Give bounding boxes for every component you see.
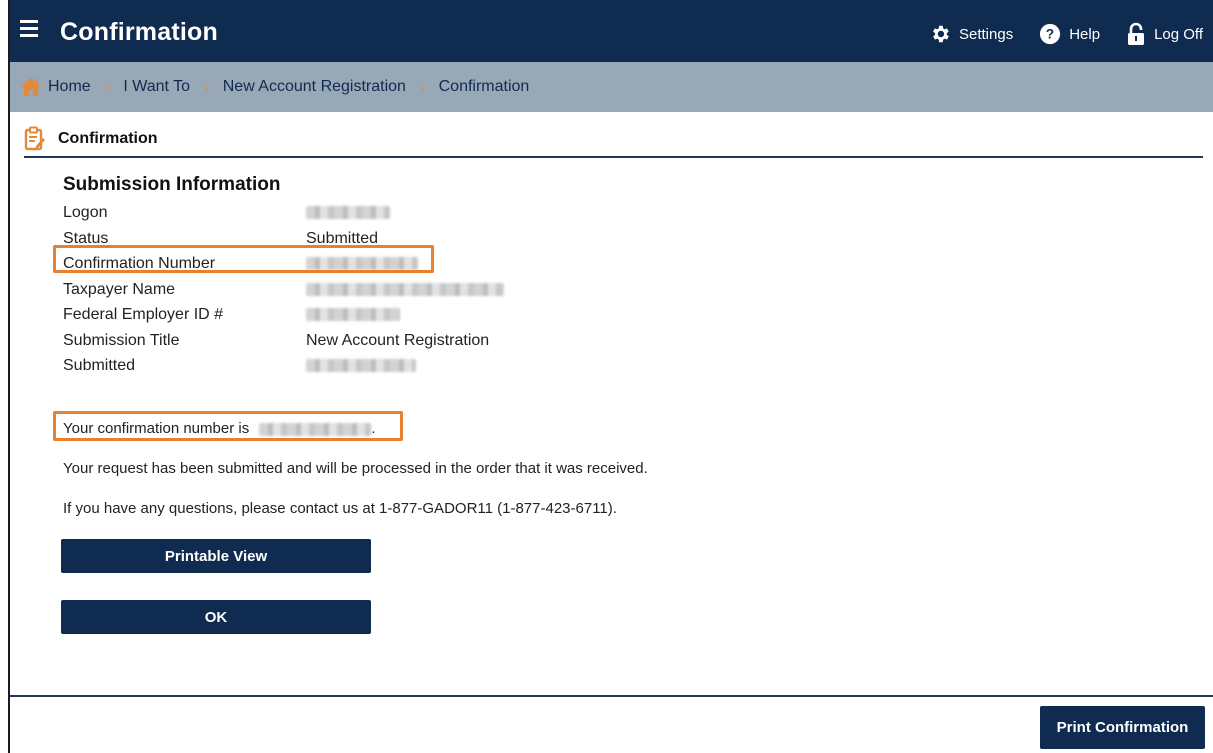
info-value-redacted — [306, 302, 400, 328]
breadcrumb-home[interactable]: Home — [48, 78, 91, 96]
info-value-redacted — [306, 353, 416, 379]
chevron-right-icon: › — [204, 79, 209, 95]
home-icon[interactable] — [20, 77, 42, 97]
info-value-redacted — [306, 277, 504, 303]
top-links: Settings ? Help Log Off — [903, 22, 1203, 46]
contact-message: If you have any questions, please contac… — [63, 500, 617, 517]
highlight-box — [53, 411, 403, 441]
section-title: Confirmation — [58, 130, 158, 147]
logoff-link[interactable]: Log Off — [1126, 22, 1203, 46]
highlight-box — [53, 245, 434, 273]
breadcrumb-confirmation: Confirmation — [438, 78, 530, 95]
info-label: Submission Title — [63, 331, 180, 349]
info-label: Submitted — [63, 357, 136, 374]
chevron-right-icon: › — [104, 79, 110, 95]
info-value: New Account Registration — [306, 331, 490, 349]
settings-link[interactable]: Settings — [929, 23, 1013, 45]
help-label: Help — [1069, 25, 1101, 43]
logoff-label: Log Off — [1154, 25, 1203, 43]
info-label: Taxpayer Name — [63, 280, 176, 298]
processed-message: Your request has been submitted and will… — [63, 460, 648, 477]
breadcrumb-new-account-registration[interactable]: New Account Registration — [223, 78, 406, 96]
help-link[interactable]: ? Help — [1039, 23, 1100, 45]
info-label: Logon — [63, 204, 108, 221]
info-value-redacted — [306, 200, 390, 226]
top-bar: Confirmation Settings ? Help Log Off — [10, 0, 1213, 62]
lock-icon — [1128, 22, 1145, 45]
section-header: Confirmation — [24, 122, 1203, 158]
breadcrumb: Home › I Want To › New Account Registrat… — [10, 62, 1213, 112]
page-title: Confirmation — [60, 18, 218, 46]
breadcrumb-i-want-to[interactable]: I Want To — [123, 78, 190, 96]
footer-divider — [10, 695, 1213, 697]
menu-icon[interactable] — [20, 20, 38, 40]
gear-icon — [933, 25, 949, 43]
svg-text:?: ? — [1046, 27, 1054, 42]
printable-view-button[interactable]: Printable View — [61, 539, 371, 573]
settings-label: Settings — [959, 25, 1014, 43]
info-label: Federal Employer ID # — [63, 306, 224, 323]
print-confirmation-button[interactable]: Print Confirmation — [1040, 706, 1205, 749]
ok-button[interactable]: OK — [61, 600, 371, 634]
chevron-right-icon: › — [419, 79, 425, 95]
app-frame: Confirmation Settings ? Help Log Off Hom… — [8, 0, 1213, 753]
clipboard-icon — [24, 126, 45, 151]
submission-heading: Submission Information — [63, 174, 281, 195]
help-icon: ? — [1040, 23, 1061, 45]
